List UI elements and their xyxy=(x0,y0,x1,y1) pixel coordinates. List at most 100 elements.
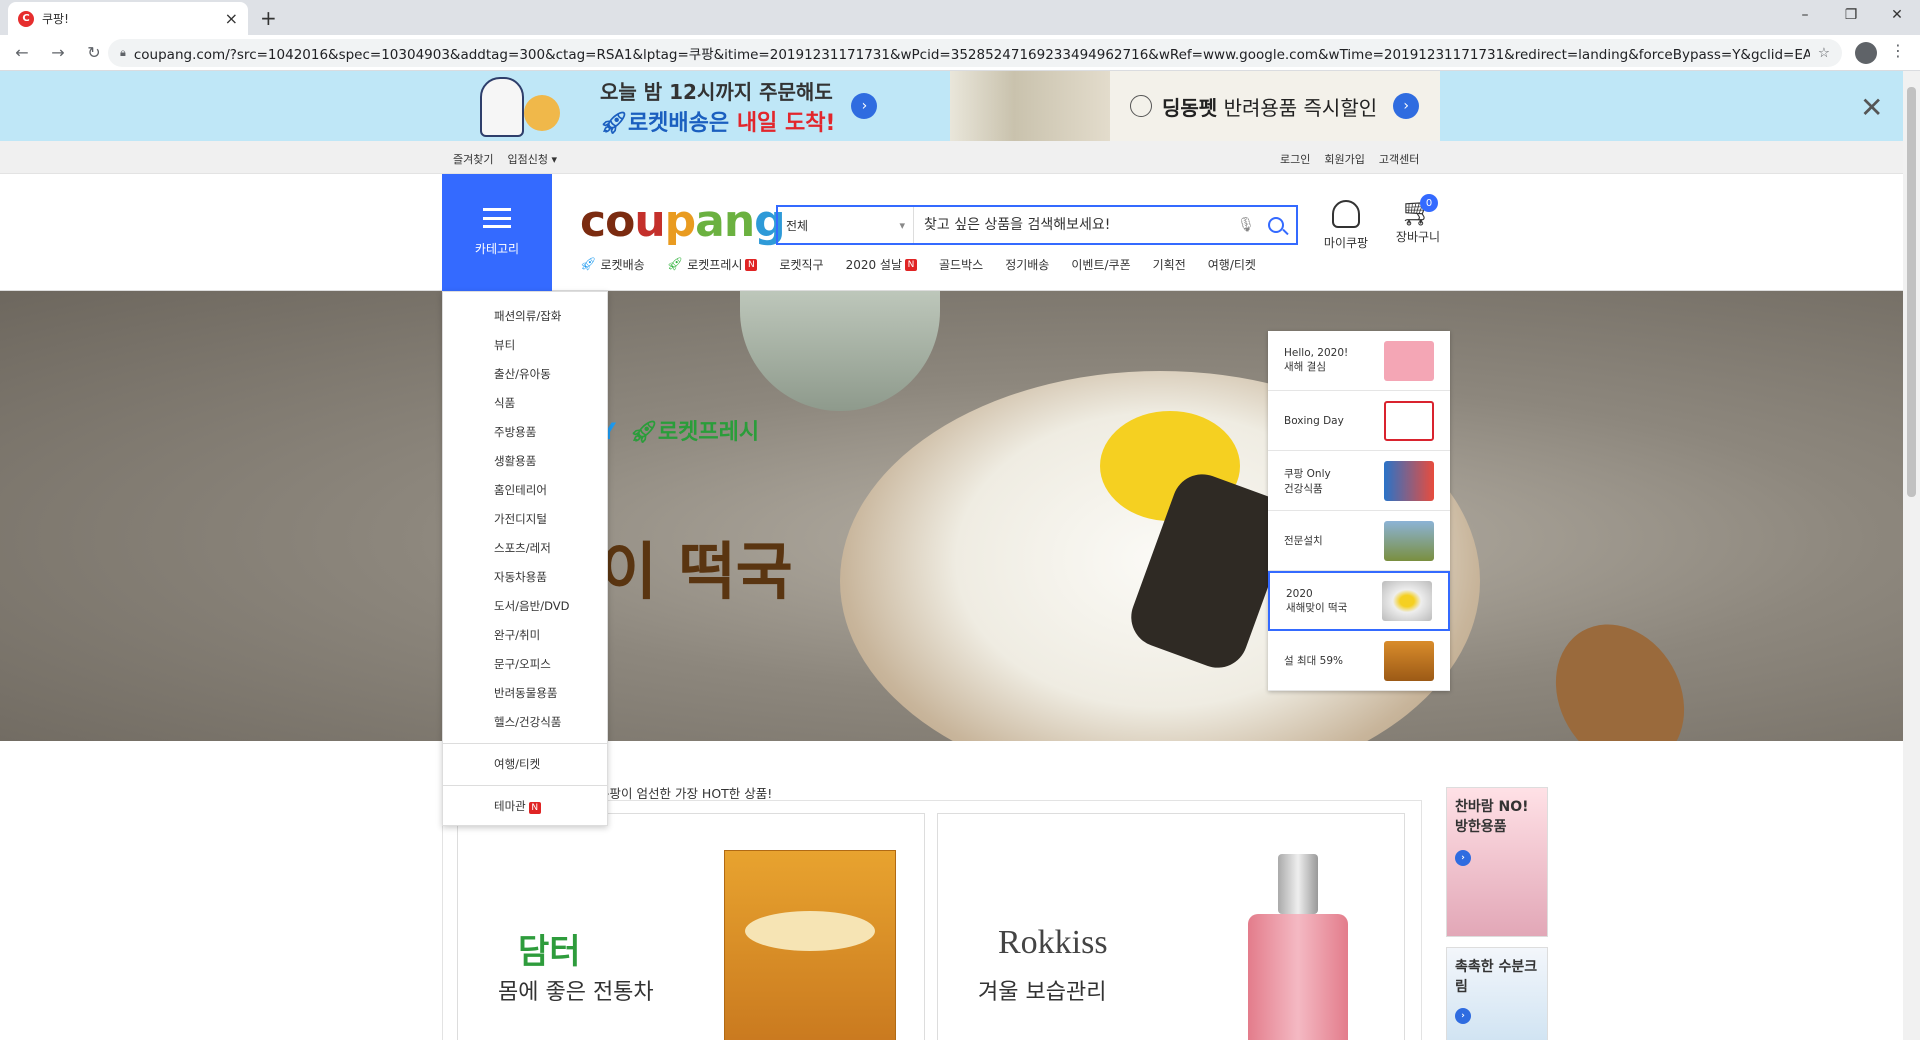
browser-tab[interactable]: C 쿠팡! × xyxy=(8,2,248,35)
category-item-toys[interactable]: 완구/취미 xyxy=(443,621,607,650)
category-item-household[interactable]: 생활용품 xyxy=(443,447,607,476)
lock-icon: 🔒︎ xyxy=(120,46,126,59)
close-window-icon[interactable]: ✕ xyxy=(1874,0,1920,30)
restore-icon[interactable]: ❐ xyxy=(1828,0,1874,30)
tab-title: 쿠팡! xyxy=(42,12,69,26)
profile-icon[interactable] xyxy=(1855,42,1877,64)
page-viewport: 오늘 밤 12시까지 주문해도 🚀︎로켓배송은 내일 도착! › 딩동펫 반려용… xyxy=(0,71,1903,1040)
gnb-rocket-delivery[interactable]: 🚀︎ 로켓배송 xyxy=(580,256,645,273)
hero-side-menu: Hello, 2020! 새해 결심 Boxing Day 쿠팡 Only 건강식품… xyxy=(1268,331,1450,691)
category-item-sports[interactable]: 스포츠/레저 xyxy=(443,534,607,563)
side2-text: 촉촉한 수분크림 xyxy=(1455,959,1538,995)
gnb-travel-tickets[interactable]: 여행/티켓 xyxy=(1208,256,1256,273)
scrollbar-thumb[interactable] xyxy=(1907,87,1916,497)
new-tab-icon[interactable]: + xyxy=(260,6,277,30)
category-item-kitchen[interactable]: 주방용품 xyxy=(443,418,607,447)
boxing-day-thumbnail-icon xyxy=(1384,400,1434,441)
installation-thumbnail-icon xyxy=(1384,520,1434,561)
new-badge-icon: N xyxy=(745,258,758,271)
category-item-theme[interactable]: 테마관 N xyxy=(443,792,607,821)
category-item-food[interactable]: 식품 xyxy=(443,389,607,418)
promo-left-banner[interactable]: 오늘 밤 12시까지 주문해도 🚀︎로켓배송은 내일 도착! › xyxy=(470,71,930,141)
util-favorites[interactable]: 즐겨찾기 xyxy=(453,151,493,167)
hamburger-icon xyxy=(483,208,511,228)
category-item-travel[interactable]: 여행/티켓 xyxy=(443,750,607,779)
search-input[interactable] xyxy=(914,217,1236,233)
category-dropdown-menu: 패션의류/잡화 뷰티 출산/유아동 식품 주방용품 생활용품 홈인테리어 가전디… xyxy=(442,291,608,826)
category-item-books[interactable]: 도서/음반/DVD xyxy=(443,592,607,621)
address-bar[interactable]: 🔒︎ coupang.com/?src=1042016&spec=1030490… xyxy=(108,39,1842,67)
back-icon[interactable]: ← xyxy=(8,39,36,67)
gnb-2020-seollal[interactable]: 2020 설날 N xyxy=(846,256,918,273)
dogs-image xyxy=(950,71,1110,141)
global-nav: 🚀︎ 로켓배송 🚀︎ 로켓프레시 N 로켓직구 2020 설날 N 골드박스 정기배송 … xyxy=(580,256,1278,273)
dingdongpet-logo-icon xyxy=(1130,95,1152,117)
util-customer-center[interactable]: 고객센터 xyxy=(1379,151,1419,167)
card2-brand: Rokkiss xyxy=(998,924,1108,961)
category-item-pets[interactable]: 반려동물용품 xyxy=(443,679,607,708)
microphone-icon[interactable]: 🎙︎ xyxy=(1236,217,1256,233)
hero-menu-item[interactable]: 설 최대 59% xyxy=(1268,631,1450,691)
gnb-subscription[interactable]: 정기배송 xyxy=(1005,256,1049,273)
side-banner-winter[interactable]: 찬바람 NO! 방한용품 › xyxy=(1446,787,1548,937)
close-tab-icon[interactable]: × xyxy=(225,9,238,28)
gnb-exhibitions[interactable]: 기획전 xyxy=(1153,256,1186,273)
menu-divider xyxy=(443,785,607,786)
bookmark-star-icon[interactable]: ☆ xyxy=(1818,45,1830,61)
promo-right-banner[interactable]: 딩동펫 반려용품 즉시할인 › xyxy=(950,71,1440,141)
product-card-damteo[interactable]: 담터 몸에 좋은 전통차 xyxy=(457,813,925,1040)
card2-slogan: 겨울 보습관리 xyxy=(978,980,1107,1005)
promo-close-icon[interactable]: ✕ xyxy=(1860,91,1883,124)
category-button[interactable]: 카테고리 xyxy=(442,174,552,291)
side-banner-moisture[interactable]: 촉촉한 수분크림 › xyxy=(1446,947,1548,1040)
rocket-fresh-icon: 🚀︎ xyxy=(629,420,658,445)
gnb-rocket-fresh[interactable]: 🚀︎ 로켓프레시 N xyxy=(667,256,758,273)
category-item-health[interactable]: 헬스/건강식품 xyxy=(443,708,607,737)
search-button[interactable] xyxy=(1256,207,1296,243)
coupang-logo[interactable]: coupang xyxy=(580,196,786,247)
cart-link[interactable]: 🛒︎ 0 장바구니 xyxy=(1390,194,1446,245)
utility-bar: 즐겨찾기 입점신청 ▾ 로그인 회원가입 고객센터 xyxy=(0,141,1903,174)
promo-left-line1: 오늘 밤 12시까지 주문해도 xyxy=(600,79,833,104)
cart-label: 장바구니 xyxy=(1395,230,1441,244)
pear-icon xyxy=(524,95,560,131)
card1-slogan: 몸에 좋은 전통차 xyxy=(498,980,654,1005)
gnb-goldbox[interactable]: 골드박스 xyxy=(939,256,983,273)
menu-divider xyxy=(443,743,607,744)
category-item-digital[interactable]: 가전디지털 xyxy=(443,505,607,534)
category-item-stationery[interactable]: 문구/오피스 xyxy=(443,650,607,679)
util-signup[interactable]: 회원가입 xyxy=(1324,151,1364,167)
address-url: coupang.com/?src=1042016&spec=10304903&a… xyxy=(133,47,1810,63)
promo-left-arrow-icon[interactable]: › xyxy=(851,93,878,119)
reload-icon[interactable]: ↻ xyxy=(80,39,108,67)
promo-right-text: 반려용품 즉시할인 xyxy=(1223,95,1378,120)
hero-menu-item[interactable]: Boxing Day xyxy=(1268,391,1450,451)
category-item-baby[interactable]: 출산/유아동 xyxy=(443,360,607,389)
util-seller-apply[interactable]: 입점신청 ▾ xyxy=(507,151,557,167)
category-item-beauty[interactable]: 뷰티 xyxy=(443,331,607,360)
gnb-rocket-direct[interactable]: 로켓직구 xyxy=(779,256,823,273)
gnb-events-coupons[interactable]: 이벤트/쿠폰 xyxy=(1071,256,1130,273)
new-badge-icon: N xyxy=(528,802,541,814)
hero-menu-item[interactable]: Hello, 2020! 새해 결심 xyxy=(1268,331,1450,391)
hero-menu-item-active[interactable]: 2020 새해맞이 떡국 xyxy=(1268,571,1450,631)
side2-arrow-icon: › xyxy=(1455,1008,1471,1024)
page-scrollbar[interactable] xyxy=(1903,71,1920,1040)
minimize-icon[interactable]: – xyxy=(1782,0,1828,30)
category-item-car[interactable]: 자동차용품 xyxy=(443,563,607,592)
product-card-rokkiss[interactable]: Rokkiss 겨울 보습관리 xyxy=(937,813,1405,1040)
browser-menu-icon[interactable]: ⋮ xyxy=(1890,41,1906,60)
hero-menu-item[interactable]: 전문설치 xyxy=(1268,511,1450,571)
hero-banner[interactable]: Y🚀︎로켓프레시 이 떡국 Hello, 2020!새해 결심 Boxing D… xyxy=(0,291,1903,741)
hero-menu-item[interactable]: 쿠팡 Only 건강식품 xyxy=(1268,451,1450,511)
category-item-home-interior[interactable]: 홈인테리어 xyxy=(443,476,607,505)
hero-title: 이 떡국 xyxy=(600,535,793,608)
promo-left-line2a: 로켓배송은 xyxy=(627,110,730,136)
my-coupang-link[interactable]: 마이쿠팡 xyxy=(1318,200,1374,251)
search-scope-select[interactable]: 전체 xyxy=(778,207,914,243)
forward-icon[interactable]: → xyxy=(44,39,72,67)
category-label: 카테고리 xyxy=(474,242,520,256)
promo-right-arrow-icon[interactable]: › xyxy=(1393,93,1420,119)
util-login[interactable]: 로그인 xyxy=(1280,151,1310,167)
category-item-fashion[interactable]: 패션의류/잡화 xyxy=(443,302,607,331)
